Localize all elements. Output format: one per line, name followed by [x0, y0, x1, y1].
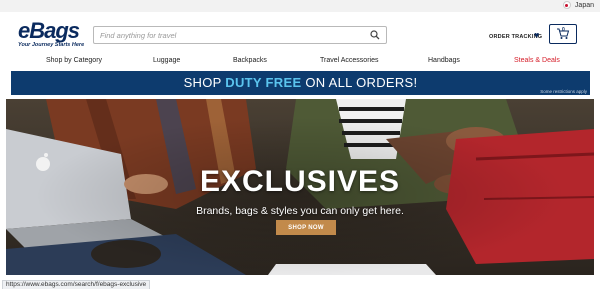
hero-title: EXCLUSIVES: [199, 165, 401, 198]
nav-steals-and-deals[interactable]: Steals & Deals: [514, 57, 560, 64]
logo-tagline: Your Journey Starts Here: [18, 42, 85, 48]
locale-selector[interactable]: Japan: [562, 1, 594, 9]
nav-travel-accessories[interactable]: Travel Accessories: [320, 57, 378, 64]
nav-backpacks[interactable]: Backpacks: [233, 57, 267, 64]
cart-count: 0: [562, 27, 565, 33]
heart-icon[interactable]: ♥: [534, 30, 539, 40]
locale-label: Japan: [574, 1, 594, 9]
status-url: https://www.ebags.com/search/f/ebags-exc…: [2, 280, 151, 289]
banner-restrictions-note[interactable]: Some restrictions apply: [540, 89, 587, 94]
nav-luggage[interactable]: Luggage: [153, 57, 180, 64]
banner-text-pre: SHOP: [183, 75, 226, 90]
banner-text: SHOP DUTY FREE ON ALL ORDERS!: [11, 75, 590, 90]
hero-subtitle: Brands, bags & styles you can only get h…: [196, 205, 404, 217]
top-utility-bar: Japan: [0, 0, 600, 12]
ebags-logo[interactable]: eBags Your Journey Starts Here: [18, 18, 88, 51]
search-box: [93, 26, 387, 44]
search-icon[interactable]: [367, 27, 383, 43]
logo-text: eBags: [18, 18, 80, 43]
nav-handbags[interactable]: Handbags: [428, 57, 460, 64]
japan-flag-icon: [562, 1, 571, 9]
nav-shop-by-category[interactable]: Shop by Category: [46, 57, 102, 64]
banner-text-post: ON ALL ORDERS!: [301, 75, 418, 90]
browser-status-bar: https://www.ebags.com/search/f/ebags-exc…: [0, 279, 600, 289]
search-input[interactable]: [94, 27, 367, 43]
shop-now-button[interactable]: SHOP NOW: [276, 220, 336, 235]
banner-highlight: DUTY FREE: [225, 75, 302, 90]
duty-free-banner[interactable]: SHOP DUTY FREE ON ALL ORDERS! Some restr…: [11, 71, 590, 95]
cart-button[interactable]: 0: [549, 24, 577, 44]
hero-exclusives[interactable]: EXCLUSIVES Brands, bags & styles you can…: [6, 99, 594, 275]
main-nav: Shop by Category Luggage Backpacks Trave…: [0, 57, 600, 67]
